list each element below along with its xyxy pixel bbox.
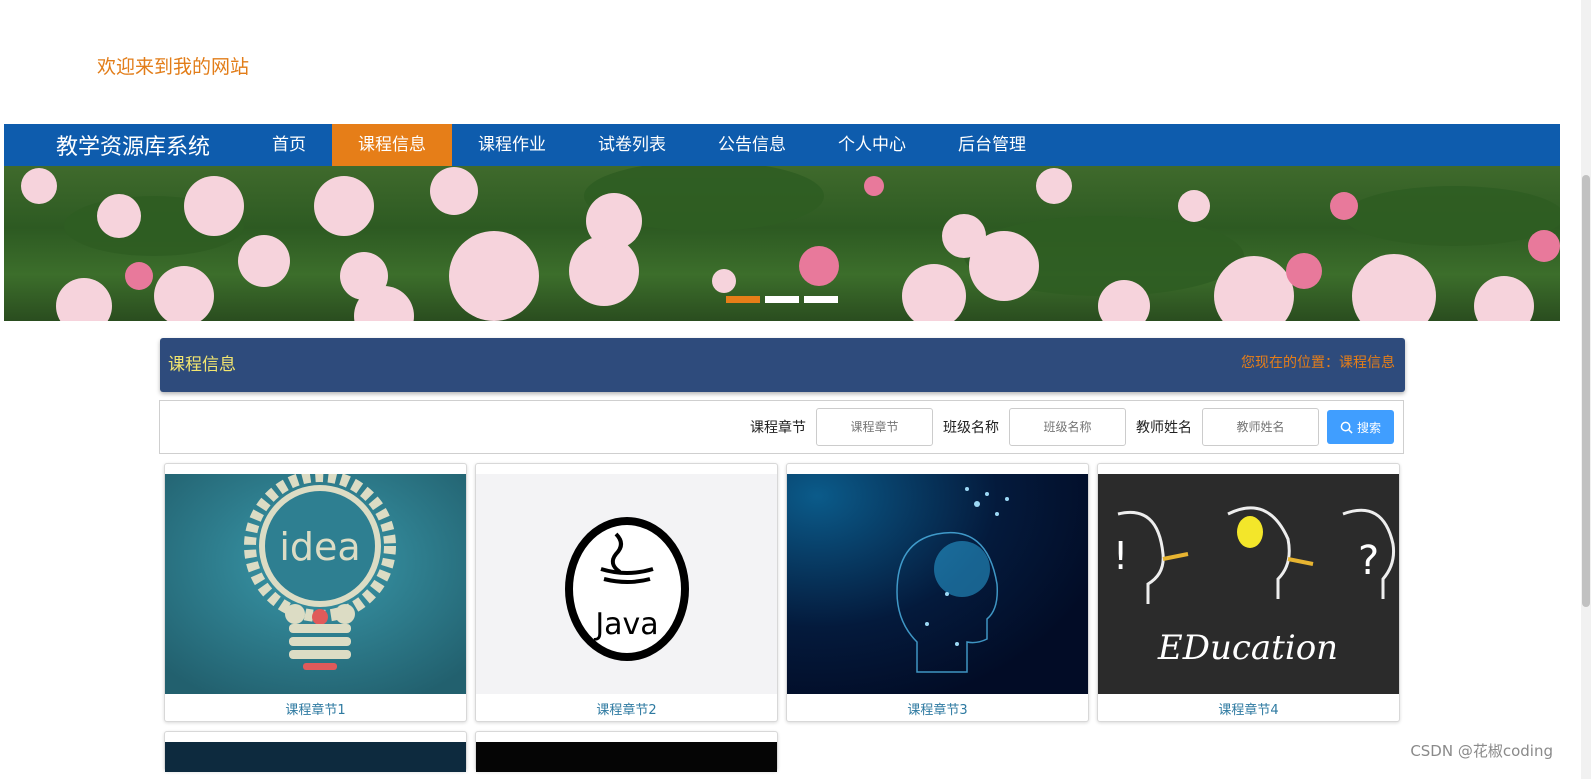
banner-carousel[interactable] <box>4 166 1560 321</box>
nav-item-announcements[interactable]: 公告信息 <box>692 124 812 166</box>
search-icon <box>1340 421 1353 434</box>
search-button-label: 搜索 <box>1356 420 1381 435</box>
svg-text:?: ? <box>1358 538 1379 584</box>
search-button[interactable]: 搜索 <box>1327 410 1394 444</box>
course-card-caption[interactable]: 课程章节3 <box>787 699 1088 718</box>
watermark: CSDN @花椒coding <box>1410 742 1553 760</box>
java-logo-image: Java <box>476 474 777 694</box>
svg-text:EDucation: EDucation <box>1157 628 1338 668</box>
class-name-input[interactable] <box>1009 408 1126 446</box>
teacher-name-label: 教师姓名 <box>1136 420 1192 436</box>
course-card-6[interactable] <box>475 731 778 772</box>
welcome-text: 欢迎来到我的网站 <box>97 56 250 78</box>
education-chalkboard-image: ! ? EDucation <box>1098 474 1399 694</box>
course-card-caption[interactable]: 课程章节4 <box>1098 699 1399 718</box>
carousel-dot-3[interactable] <box>804 296 838 303</box>
section-title: 课程信息 <box>168 355 236 375</box>
svg-text:!: ! <box>1113 534 1128 578</box>
breadcrumb: 您现在的位置：课程信息 <box>1241 355 1395 371</box>
digital-head-image <box>787 474 1088 694</box>
nav-item-course-homework[interactable]: 课程作业 <box>452 124 572 166</box>
course-card-image <box>165 742 466 772</box>
carousel-indicators <box>726 296 838 303</box>
chapter-input[interactable] <box>816 408 933 446</box>
course-card-5[interactable] <box>164 731 467 772</box>
svg-text:Java: Java <box>593 607 658 642</box>
site-brand[interactable]: 教学资源库系统 <box>56 129 246 161</box>
course-card-caption[interactable]: 课程章节1 <box>165 699 466 718</box>
scrollbar-thumb[interactable] <box>1582 175 1590 607</box>
main-nav: 教学资源库系统 首页 课程信息 课程作业 试卷列表 公告信息 个人中心 后台管理 <box>4 124 1560 166</box>
course-card-image <box>476 742 777 772</box>
nav-item-admin[interactable]: 后台管理 <box>932 124 1052 166</box>
nav-item-home[interactable]: 首页 <box>246 124 332 166</box>
section-title-bar: 课程信息 您现在的位置：课程信息 <box>160 338 1405 392</box>
course-card-caption[interactable]: 课程章节2 <box>476 699 777 718</box>
carousel-dot-2[interactable] <box>765 296 799 303</box>
nav-item-exam-list[interactable]: 试卷列表 <box>572 124 692 166</box>
course-card-4[interactable]: ! ? EDucation 课程章节4 <box>1097 463 1400 722</box>
class-name-label: 班级名称 <box>943 420 999 436</box>
teacher-name-input[interactable] <box>1202 408 1319 446</box>
carousel-dot-1[interactable] <box>726 296 760 303</box>
svg-text:idea: idea <box>279 525 360 569</box>
course-card-2[interactable]: Java 课程章节2 <box>475 463 778 722</box>
search-bar: 课程章节 班级名称 教师姓名 搜索 <box>159 400 1404 454</box>
page-scrollbar[interactable] <box>1581 0 1591 779</box>
nav-item-course-info[interactable]: 课程信息 <box>332 124 452 166</box>
chapter-label: 课程章节 <box>750 420 806 436</box>
nav-item-personal-center[interactable]: 个人中心 <box>812 124 932 166</box>
idea-lightbulb-image: idea <box>165 474 466 694</box>
course-card-1[interactable]: idea 课程章节1 <box>164 463 467 722</box>
course-card-3[interactable]: 课程章节3 <box>786 463 1089 722</box>
